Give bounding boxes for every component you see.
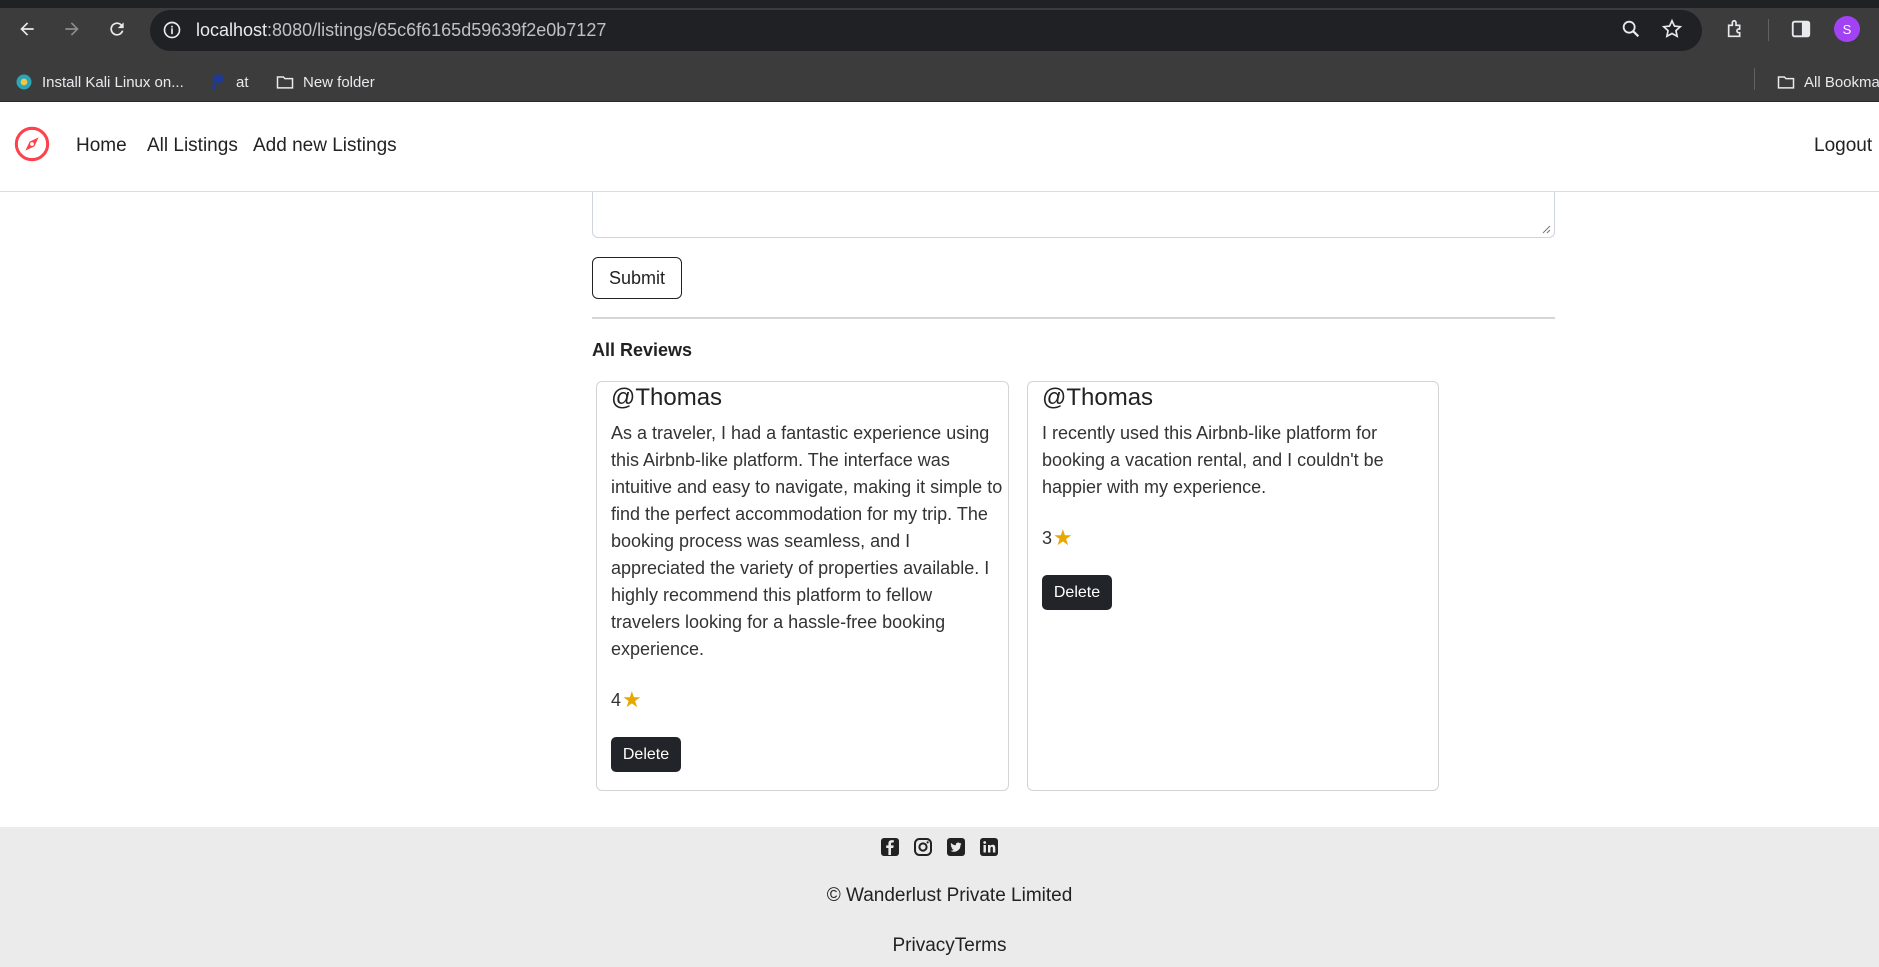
side-panel-button[interactable] (1790, 18, 1816, 44)
bookmarks-bar: Install Kali Linux on... at New folder A… (0, 60, 1879, 102)
star-icon: ★ (622, 687, 642, 712)
social-links (880, 837, 999, 857)
review-rating: 4 ★ (611, 689, 642, 711)
bookmark-label: Install Kali Linux on... (42, 73, 184, 91)
zoom-button[interactable] (1620, 18, 1646, 44)
bookmark-label: at (236, 73, 249, 91)
url-text[interactable]: localhost:8080/listings/65c6f6165d59639f… (196, 20, 606, 41)
bookmark-label: New folder (303, 73, 375, 91)
reload-button[interactable] (102, 14, 132, 44)
nav-add-listing-link[interactable]: Add new Listings (253, 135, 397, 157)
side-panel-icon (1791, 20, 1811, 38)
star-outline-icon (1661, 18, 1683, 38)
section-divider (592, 317, 1555, 319)
twitter-icon[interactable] (946, 837, 966, 857)
review-card: @Thomas As a traveler, I had a fantastic… (596, 381, 1009, 791)
reviews-heading: All Reviews (592, 340, 693, 360)
arrow-left-icon (20, 22, 34, 36)
privacy-link[interactable]: Privacy (892, 935, 954, 956)
zoom-icon (1622, 20, 1640, 38)
puzzle-icon (1727, 19, 1741, 38)
submit-review-button[interactable]: Submit (592, 257, 682, 299)
rating-value: 4 (611, 689, 622, 710)
delete-review-button[interactable]: Delete (1042, 575, 1112, 610)
review-comment: I recently used this Airbnb-like platfor… (1042, 423, 1384, 497)
reload-icon (110, 22, 124, 36)
instagram-icon[interactable] (913, 837, 933, 857)
bookmarks-divider (1754, 68, 1755, 90)
review-comment: As a traveler, I had a fantastic experie… (611, 423, 1003, 659)
all-bookmarks-folder[interactable]: All Bookmarks (1776, 70, 1879, 94)
bookmark-star-button[interactable] (1661, 18, 1687, 44)
review-author: @Thomas (1042, 384, 1154, 411)
forward-button[interactable] (57, 14, 87, 44)
folder-icon (276, 76, 294, 89)
site-footer: © Wanderlust Private Limited PrivacyTerm… (0, 827, 1879, 967)
resize-grip-icon[interactable] (1541, 224, 1551, 234)
bookmark-label: All Bookmarks (1804, 73, 1879, 91)
folder-icon (1777, 76, 1795, 89)
back-button[interactable] (12, 14, 42, 44)
profile-avatar[interactable]: S (1834, 16, 1860, 42)
review-rating: 3 ★ (1042, 527, 1073, 549)
kali-favicon-icon (16, 74, 32, 90)
address-bar[interactable]: localhost:8080/listings/65c6f6165d59639f… (150, 10, 1702, 51)
footer-links: PrivacyTerms (0, 935, 1879, 957)
delete-review-button[interactable]: Delete (611, 737, 681, 772)
compass-icon[interactable] (13, 125, 51, 163)
tab-strip (0, 0, 1879, 8)
paypal-favicon-icon (212, 74, 224, 90)
rating-value: 3 (1042, 527, 1053, 548)
facebook-icon[interactable] (880, 837, 900, 857)
toolbar-divider (1768, 19, 1769, 41)
review-comment-textarea[interactable] (592, 192, 1555, 238)
nav-logout-link[interactable]: Logout (1814, 135, 1872, 157)
star-icon: ★ (1053, 525, 1073, 550)
nav-home-link[interactable]: Home (76, 135, 127, 157)
arrow-right-icon (65, 22, 79, 36)
bookmark-item[interactable]: Install Kali Linux on... (14, 70, 184, 94)
review-author: @Thomas (611, 384, 723, 411)
extensions-button[interactable] (1725, 18, 1751, 44)
bookmark-folder[interactable]: New folder (275, 70, 375, 94)
browser-toolbar: localhost:8080/listings/65c6f6165d59639f… (0, 0, 1879, 60)
site-navbar: Home All Listings Add new Listings Logou… (0, 102, 1879, 192)
nav-all-listings-link[interactable]: All Listings (147, 135, 238, 157)
site-info-icon[interactable] (162, 20, 182, 40)
linkedin-icon[interactable] (979, 837, 999, 857)
terms-link[interactable]: Terms (955, 935, 1007, 956)
review-card: @Thomas I recently used this Airbnb-like… (1027, 381, 1439, 791)
bookmark-item[interactable]: at (208, 70, 249, 94)
copyright-text: © Wanderlust Private Limited (826, 885, 1073, 906)
